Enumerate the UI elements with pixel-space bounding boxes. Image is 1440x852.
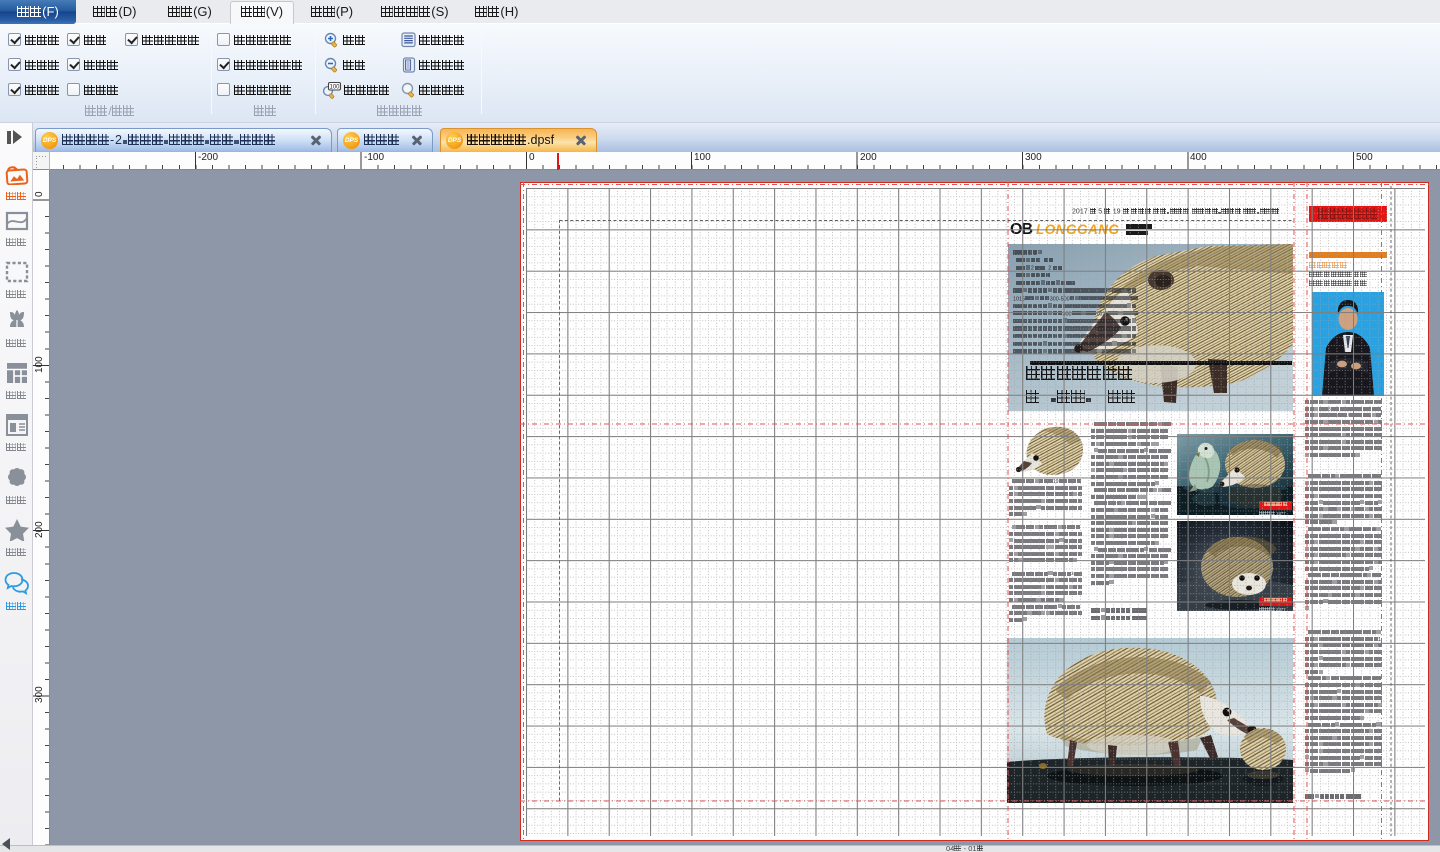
svg-text:100: 100 xyxy=(329,85,340,91)
